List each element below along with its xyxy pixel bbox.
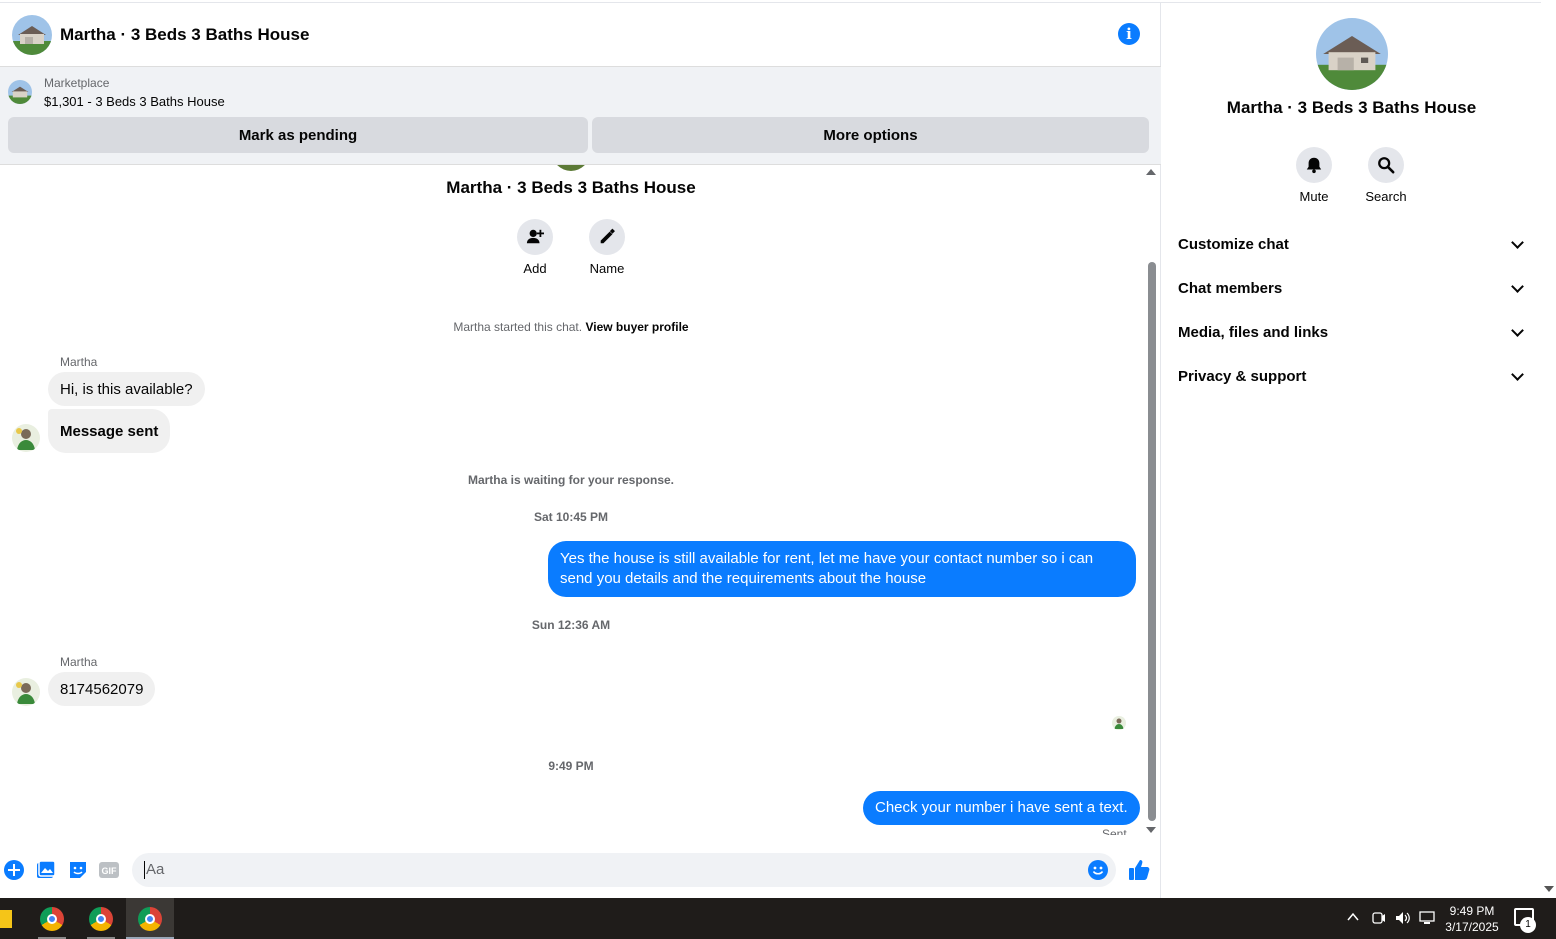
chat-header: Martha · 3 Beds 3 Baths House i xyxy=(0,3,1161,67)
windows-taskbar: 9:49 PM 3/17/2025 1 xyxy=(0,898,1556,939)
chrome-icon xyxy=(89,906,113,931)
more-options-button[interactable]: More options xyxy=(592,117,1149,153)
clock-date: 3/17/2025 xyxy=(1445,920,1499,934)
chevron-up-icon[interactable] xyxy=(1346,910,1360,924)
plus-icon[interactable] xyxy=(4,860,24,880)
sent-status: Sent xyxy=(1102,827,1127,835)
privacy-support-section[interactable]: Privacy & support xyxy=(1178,354,1528,398)
martha-avatar[interactable] xyxy=(12,678,40,706)
section-label: Customize chat xyxy=(1178,235,1289,253)
mute-label: Mute xyxy=(1299,189,1329,204)
section-label: Chat members xyxy=(1178,279,1283,297)
add-person-icon xyxy=(517,219,553,255)
info-icon[interactable]: i xyxy=(1118,23,1140,45)
pencil-icon xyxy=(589,219,625,255)
listing-title[interactable]: $1,301 - 3 Beds 3 Baths House xyxy=(44,94,225,109)
chevron-down-icon xyxy=(1511,323,1524,337)
clock-time: 9:49 PM xyxy=(1449,904,1495,918)
view-buyer-profile-link[interactable]: View buyer profile xyxy=(585,320,688,334)
chrome-active-taskbar-button[interactable] xyxy=(126,898,174,939)
message-input[interactable]: Aa xyxy=(132,853,1116,887)
add-button[interactable]: Add xyxy=(505,219,565,276)
thumbs-up-icon[interactable] xyxy=(1128,859,1150,881)
search-button[interactable]: Search xyxy=(1356,147,1416,204)
search-label: Search xyxy=(1365,189,1407,204)
chat-started-note: Martha started this chat. View buyer pro… xyxy=(0,320,1142,334)
photo-icon[interactable] xyxy=(36,860,56,880)
add-label: Add xyxy=(523,261,547,276)
sticky-notes-icon[interactable] xyxy=(0,910,12,928)
media-files-links-section[interactable]: Media, files and links xyxy=(1178,310,1528,354)
martha-avatar[interactable] xyxy=(12,424,40,452)
listing-thumbnail[interactable] xyxy=(8,80,32,104)
scroll-up-arrow[interactable] xyxy=(1146,169,1156,175)
seen-avatar xyxy=(1112,716,1126,730)
message-thread: Martha · 3 Beds 3 Baths House Add Name M… xyxy=(0,165,1144,835)
section-label: Privacy & support xyxy=(1178,367,1307,385)
profile-name: Martha · 3 Beds 3 Baths House xyxy=(446,178,696,197)
conversation-details-panel: Martha · 3 Beds 3 Baths House Mute Searc… xyxy=(1162,3,1541,898)
composer: GIF Aa xyxy=(0,851,1161,891)
name-label: Name xyxy=(589,261,625,276)
chrome-icon xyxy=(40,906,64,931)
customize-chat-section[interactable]: Customize chat xyxy=(1178,222,1528,266)
chat-members-section[interactable]: Chat members xyxy=(1178,266,1528,310)
chat-column: Martha · 3 Beds 3 Baths House i Marketpl… xyxy=(0,3,1161,898)
search-icon xyxy=(1368,147,1404,183)
chat-title[interactable]: Martha · 3 Beds 3 Baths House xyxy=(60,25,309,45)
gif-icon[interactable]: GIF xyxy=(99,860,119,880)
messenger-window: Martha · 3 Beds 3 Baths House i Marketpl… xyxy=(0,0,1556,898)
outgoing-message[interactable]: Check your number i have sent a text. xyxy=(863,791,1140,825)
name-button[interactable]: Name xyxy=(577,219,637,276)
sender-name: Martha xyxy=(60,355,98,369)
outgoing-message[interactable]: Yes the house is still available for ren… xyxy=(548,541,1136,597)
mark-pending-button[interactable]: Mark as pending xyxy=(8,117,588,153)
scroll-thumb[interactable] xyxy=(1148,262,1156,821)
incoming-message[interactable]: Message sent xyxy=(48,409,171,453)
sticker-icon[interactable] xyxy=(68,860,88,880)
marketplace-label: Marketplace xyxy=(44,76,110,90)
page-scroll-down-arrow[interactable] xyxy=(1544,886,1554,892)
timestamp: Sun 12:36 AM xyxy=(531,618,611,632)
volume-icon[interactable] xyxy=(1395,910,1411,926)
system-clock[interactable]: 9:49 PM 3/17/2025 xyxy=(1430,903,1514,935)
notification-count-badge: 1 xyxy=(1520,917,1536,933)
sender-name: Martha xyxy=(60,655,98,669)
mute-button[interactable]: Mute xyxy=(1284,147,1344,204)
section-label: Media, files and links xyxy=(1178,323,1329,341)
svg-text:GIF: GIF xyxy=(102,866,118,876)
emoji-icon[interactable] xyxy=(1088,860,1108,880)
chevron-down-icon xyxy=(1511,235,1524,249)
profile-avatar xyxy=(552,165,590,171)
thread-scrollbar[interactable] xyxy=(1144,165,1158,837)
marketplace-banner: Marketplace $1,301 - 3 Beds 3 Baths Hous… xyxy=(0,67,1161,165)
chevron-down-icon xyxy=(1511,367,1524,381)
chevron-down-icon xyxy=(1511,279,1524,293)
timestamp: 9:49 PM xyxy=(548,759,594,773)
message-input-placeholder: Aa xyxy=(144,861,165,879)
incoming-message[interactable]: 8174562079 xyxy=(48,672,156,706)
bell-icon xyxy=(1296,147,1332,183)
chrome-icon xyxy=(138,906,162,931)
incoming-message[interactable]: Hi, is this available? xyxy=(48,372,205,406)
waiting-note: Martha is waiting for your response. xyxy=(467,473,675,487)
chrome-taskbar-button[interactable] xyxy=(28,898,76,939)
panel-title: Martha · 3 Beds 3 Baths House xyxy=(1226,98,1477,117)
chrome-profile-taskbar-button[interactable] xyxy=(77,898,125,939)
meet-now-icon[interactable] xyxy=(1372,910,1386,926)
scroll-down-arrow[interactable] xyxy=(1146,827,1156,833)
house-avatar[interactable] xyxy=(12,14,52,55)
chat-started-text: Martha started this chat. xyxy=(453,320,583,334)
timestamp: Sat 10:45 PM xyxy=(533,510,609,524)
panel-house-avatar[interactable] xyxy=(1316,18,1388,90)
